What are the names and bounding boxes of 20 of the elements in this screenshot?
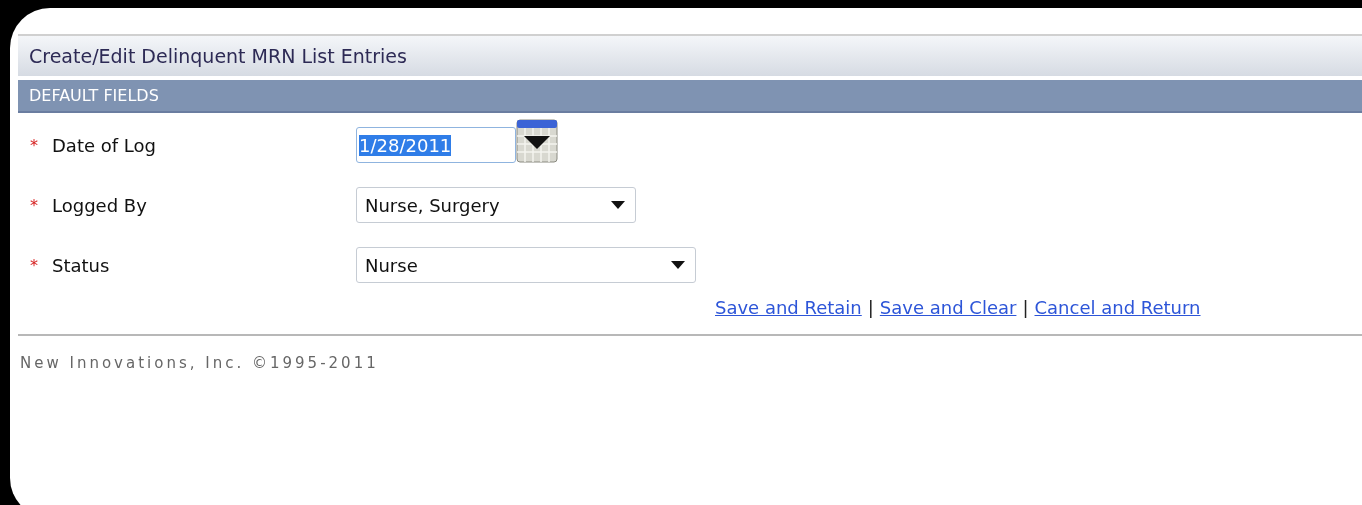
date-field[interactable]: 1/28/2011	[356, 127, 516, 163]
field-label: Logged By	[52, 194, 147, 216]
section-title: DEFAULT FIELDS	[29, 86, 159, 105]
action-link[interactable]: Cancel and Return	[1034, 297, 1201, 318]
dropdown-field[interactable]: Nurse, Surgery	[356, 187, 636, 223]
link-separator: |	[1022, 297, 1029, 318]
caret-icon	[671, 261, 685, 269]
field-label: Date of Log	[52, 134, 156, 156]
action-link[interactable]: Save and Retain	[715, 297, 862, 318]
caret-icon	[611, 201, 625, 209]
required-mark: *	[30, 255, 38, 275]
calendar-icon[interactable]	[516, 119, 558, 163]
copyright-text: New Innovations, Inc. ©1995-2011	[19, 354, 380, 372]
dropdown-field[interactable]: Nurse	[356, 247, 696, 283]
link-separator: |	[867, 297, 874, 318]
field-label: Status	[52, 254, 110, 276]
page-title: Create/Edit Delinquent MRN List Entries	[29, 45, 407, 67]
required-mark: *	[30, 135, 38, 155]
action-link[interactable]: Save and Clear	[879, 297, 1017, 318]
required-mark: *	[30, 195, 38, 215]
